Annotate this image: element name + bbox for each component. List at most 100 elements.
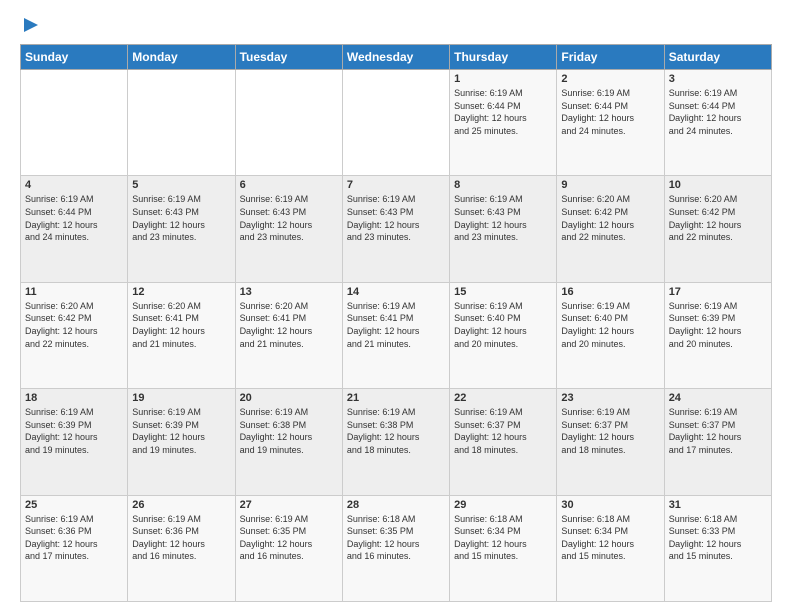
calendar-cell: 13 Sunrise: 6:20 AM Sunset: 6:41 PM Dayli…	[235, 282, 342, 388]
calendar: SundayMondayTuesdayWednesdayThursdayFrid…	[20, 44, 772, 602]
page: SundayMondayTuesdayWednesdayThursdayFrid…	[0, 0, 792, 612]
day-number: 11	[25, 286, 123, 298]
calendar-cell: 28 Sunrise: 6:18 AM Sunset: 6:35 PM Dayli…	[342, 495, 449, 601]
calendar-cell: 7Sunrise: 6:19 AM Sunset: 6:43 PM Daylig…	[342, 176, 449, 282]
day-number: 5	[132, 179, 230, 191]
calendar-cell: 24 Sunrise: 6:19 AM Sunset: 6:37 PM Dayli…	[664, 389, 771, 495]
header-day-thursday: Thursday	[450, 45, 557, 70]
calendar-cell: 12Sunrise: 6:20 AM Sunset: 6:41 PM Dayli…	[128, 282, 235, 388]
day-detail: Sunrise: 6:19 AM Sunset: 6:40 PM Dayligh…	[561, 300, 659, 350]
header-day-sunday: Sunday	[21, 45, 128, 70]
calendar-week-1: 4 Sunrise: 6:19 AM Sunset: 6:44 PM Daylig…	[21, 176, 772, 282]
calendar-cell: 14Sunrise: 6:19 AM Sunset: 6:41 PM Dayli…	[342, 282, 449, 388]
header-day-wednesday: Wednesday	[342, 45, 449, 70]
day-detail: Sunrise: 6:20 AM Sunset: 6:42 PM Dayligh…	[561, 193, 659, 243]
day-detail: Sunrise: 6:19 AM Sunset: 6:44 PM Dayligh…	[669, 87, 767, 137]
header-day-tuesday: Tuesday	[235, 45, 342, 70]
calendar-cell: 6 Sunrise: 6:19 AM Sunset: 6:43 PM Daylig…	[235, 176, 342, 282]
calendar-cell: 31 Sunrise: 6:18 AM Sunset: 6:33 PM Dayli…	[664, 495, 771, 601]
calendar-cell: 21Sunrise: 6:19 AM Sunset: 6:38 PM Dayli…	[342, 389, 449, 495]
day-detail: Sunrise: 6:19 AM Sunset: 6:43 PM Dayligh…	[347, 193, 445, 243]
day-detail: Sunrise: 6:19 AM Sunset: 6:41 PM Dayligh…	[347, 300, 445, 350]
calendar-cell: 16 Sunrise: 6:19 AM Sunset: 6:40 PM Dayli…	[557, 282, 664, 388]
day-number: 25	[25, 499, 123, 511]
day-detail: Sunrise: 6:19 AM Sunset: 6:37 PM Dayligh…	[669, 406, 767, 456]
day-detail: Sunrise: 6:19 AM Sunset: 6:38 PM Dayligh…	[240, 406, 338, 456]
calendar-cell: 27 Sunrise: 6:19 AM Sunset: 6:35 PM Dayli…	[235, 495, 342, 601]
day-number: 2	[561, 73, 659, 85]
calendar-cell: 5Sunrise: 6:19 AM Sunset: 6:43 PM Daylig…	[128, 176, 235, 282]
day-detail: Sunrise: 6:19 AM Sunset: 6:37 PM Dayligh…	[561, 406, 659, 456]
calendar-cell: 9 Sunrise: 6:20 AM Sunset: 6:42 PM Daylig…	[557, 176, 664, 282]
day-number: 19	[132, 392, 230, 404]
calendar-cell: 4 Sunrise: 6:19 AM Sunset: 6:44 PM Daylig…	[21, 176, 128, 282]
day-number: 26	[132, 499, 230, 511]
day-number: 23	[561, 392, 659, 404]
calendar-cell: 19 Sunrise: 6:19 AM Sunset: 6:39 PM Dayli…	[128, 389, 235, 495]
day-detail: Sunrise: 6:18 AM Sunset: 6:33 PM Dayligh…	[669, 513, 767, 563]
day-detail: Sunrise: 6:19 AM Sunset: 6:39 PM Dayligh…	[25, 406, 123, 456]
day-number: 9	[561, 179, 659, 191]
calendar-cell: 11Sunrise: 6:20 AM Sunset: 6:42 PM Dayli…	[21, 282, 128, 388]
calendar-week-0: 1 Sunrise: 6:19 AM Sunset: 6:44 PM Daylig…	[21, 70, 772, 176]
day-detail: Sunrise: 6:19 AM Sunset: 6:44 PM Dayligh…	[454, 87, 552, 137]
day-detail: Sunrise: 6:20 AM Sunset: 6:41 PM Dayligh…	[240, 300, 338, 350]
calendar-cell: 18 Sunrise: 6:19 AM Sunset: 6:39 PM Dayli…	[21, 389, 128, 495]
day-detail: Sunrise: 6:19 AM Sunset: 6:36 PM Dayligh…	[25, 513, 123, 563]
day-detail: Sunrise: 6:19 AM Sunset: 6:35 PM Dayligh…	[240, 513, 338, 563]
day-detail: Sunrise: 6:20 AM Sunset: 6:42 PM Dayligh…	[669, 193, 767, 243]
day-number: 17	[669, 286, 767, 298]
day-number: 10	[669, 179, 767, 191]
calendar-cell: 17 Sunrise: 6:19 AM Sunset: 6:39 PM Dayli…	[664, 282, 771, 388]
day-number: 30	[561, 499, 659, 511]
header-day-monday: Monday	[128, 45, 235, 70]
day-number: 6	[240, 179, 338, 191]
day-detail: Sunrise: 6:19 AM Sunset: 6:39 PM Dayligh…	[132, 406, 230, 456]
day-number: 18	[25, 392, 123, 404]
header-row: SundayMondayTuesdayWednesdayThursdayFrid…	[21, 45, 772, 70]
calendar-cell: 22Sunrise: 6:19 AM Sunset: 6:37 PM Dayli…	[450, 389, 557, 495]
day-detail: Sunrise: 6:18 AM Sunset: 6:34 PM Dayligh…	[561, 513, 659, 563]
day-number: 16	[561, 286, 659, 298]
calendar-week-2: 11Sunrise: 6:20 AM Sunset: 6:42 PM Dayli…	[21, 282, 772, 388]
header-day-friday: Friday	[557, 45, 664, 70]
day-number: 24	[669, 392, 767, 404]
calendar-cell	[235, 70, 342, 176]
day-detail: Sunrise: 6:19 AM Sunset: 6:44 PM Dayligh…	[25, 193, 123, 243]
calendar-body: 1 Sunrise: 6:19 AM Sunset: 6:44 PM Daylig…	[21, 70, 772, 602]
logo	[20, 16, 40, 34]
day-number: 28	[347, 499, 445, 511]
calendar-cell	[128, 70, 235, 176]
calendar-cell: 20 Sunrise: 6:19 AM Sunset: 6:38 PM Dayli…	[235, 389, 342, 495]
day-number: 3	[669, 73, 767, 85]
calendar-cell: 23 Sunrise: 6:19 AM Sunset: 6:37 PM Dayli…	[557, 389, 664, 495]
day-detail: Sunrise: 6:18 AM Sunset: 6:35 PM Dayligh…	[347, 513, 445, 563]
day-number: 31	[669, 499, 767, 511]
day-number: 20	[240, 392, 338, 404]
day-detail: Sunrise: 6:19 AM Sunset: 6:36 PM Dayligh…	[132, 513, 230, 563]
calendar-cell: 8Sunrise: 6:19 AM Sunset: 6:43 PM Daylig…	[450, 176, 557, 282]
day-number: 29	[454, 499, 552, 511]
calendar-cell: 1 Sunrise: 6:19 AM Sunset: 6:44 PM Daylig…	[450, 70, 557, 176]
day-detail: Sunrise: 6:19 AM Sunset: 6:39 PM Dayligh…	[669, 300, 767, 350]
day-detail: Sunrise: 6:19 AM Sunset: 6:40 PM Dayligh…	[454, 300, 552, 350]
calendar-cell	[342, 70, 449, 176]
day-number: 21	[347, 392, 445, 404]
day-detail: Sunrise: 6:19 AM Sunset: 6:43 PM Dayligh…	[240, 193, 338, 243]
day-detail: Sunrise: 6:19 AM Sunset: 6:44 PM Dayligh…	[561, 87, 659, 137]
day-detail: Sunrise: 6:20 AM Sunset: 6:41 PM Dayligh…	[132, 300, 230, 350]
calendar-cell: 26 Sunrise: 6:19 AM Sunset: 6:36 PM Dayli…	[128, 495, 235, 601]
day-number: 4	[25, 179, 123, 191]
calendar-cell: 30 Sunrise: 6:18 AM Sunset: 6:34 PM Dayli…	[557, 495, 664, 601]
day-number: 27	[240, 499, 338, 511]
calendar-cell: 3 Sunrise: 6:19 AM Sunset: 6:44 PM Daylig…	[664, 70, 771, 176]
day-number: 13	[240, 286, 338, 298]
logo-flag-icon	[22, 16, 40, 34]
day-detail: Sunrise: 6:18 AM Sunset: 6:34 PM Dayligh…	[454, 513, 552, 563]
calendar-cell: 15 Sunrise: 6:19 AM Sunset: 6:40 PM Dayli…	[450, 282, 557, 388]
day-detail: Sunrise: 6:19 AM Sunset: 6:43 PM Dayligh…	[454, 193, 552, 243]
day-number: 15	[454, 286, 552, 298]
header-day-saturday: Saturday	[664, 45, 771, 70]
day-number: 1	[454, 73, 552, 85]
calendar-cell: 2 Sunrise: 6:19 AM Sunset: 6:44 PM Daylig…	[557, 70, 664, 176]
